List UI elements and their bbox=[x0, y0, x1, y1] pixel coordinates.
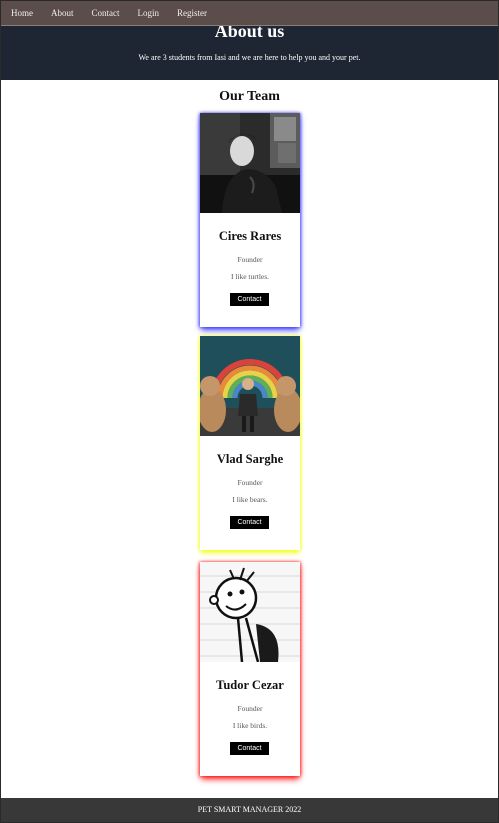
contact-button[interactable]: Contact bbox=[230, 293, 269, 306]
member-photo bbox=[200, 562, 300, 662]
team-member-card: Tudor Cezar Founder I like birds. Contac… bbox=[200, 562, 300, 776]
member-name: Tudor Cezar bbox=[216, 678, 284, 692]
page: About us We are 3 students from Iasi and… bbox=[0, 0, 499, 823]
member-photo bbox=[200, 336, 300, 436]
top-navbar: Home About Contact Login Register bbox=[1, 1, 498, 26]
team-member-card: Cires Rares Founder I like turtles. Cont… bbox=[200, 113, 300, 327]
nav-register-link[interactable]: Register bbox=[177, 8, 207, 18]
hero-subtitle: We are 3 students from Iasi and we are h… bbox=[138, 53, 361, 62]
contact-button[interactable]: Contact bbox=[230, 516, 269, 529]
member-description: I like bears. bbox=[232, 495, 268, 504]
page-footer: PET SMART MANAGER 2022 bbox=[1, 798, 498, 822]
nav-about-link[interactable]: About bbox=[51, 8, 74, 18]
member-role: Founder bbox=[237, 704, 263, 713]
member-name: Vlad Sarghe bbox=[216, 452, 284, 466]
contact-button[interactable]: Contact bbox=[230, 742, 269, 755]
nav-home-link[interactable]: Home bbox=[11, 8, 33, 18]
nav-contact-link[interactable]: Contact bbox=[92, 8, 120, 18]
member-description: I like birds. bbox=[232, 721, 268, 730]
member-role: Founder bbox=[237, 255, 263, 264]
member-name: Cires Rares bbox=[218, 229, 282, 243]
team-section-title: Our Team bbox=[219, 89, 280, 104]
member-role: Founder bbox=[237, 478, 263, 487]
member-photo bbox=[200, 113, 300, 213]
team-member-card: Vlad Sarghe Founder I like bears. Contac… bbox=[200, 336, 300, 550]
member-description: I like turtles. bbox=[230, 272, 270, 281]
nav-login-link[interactable]: Login bbox=[138, 8, 160, 18]
